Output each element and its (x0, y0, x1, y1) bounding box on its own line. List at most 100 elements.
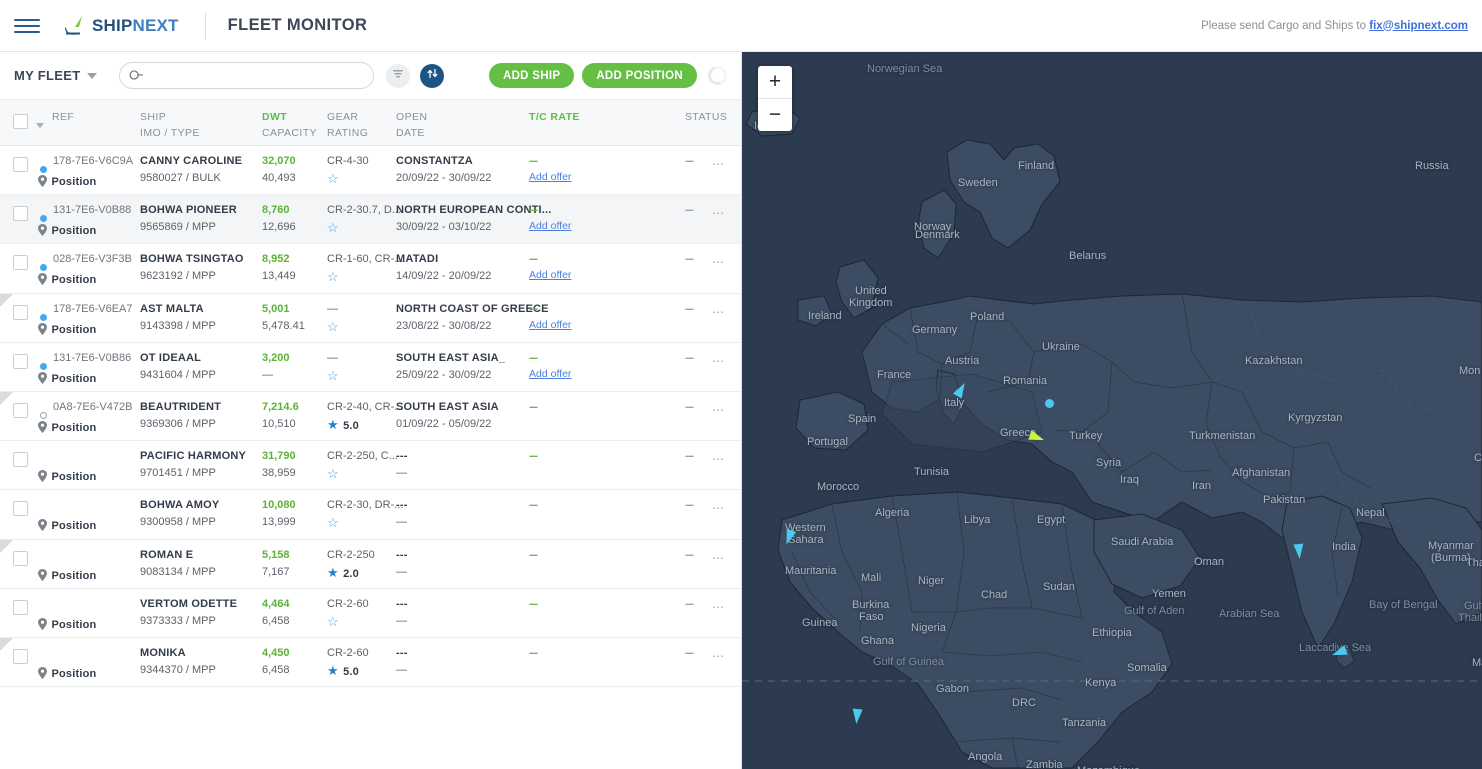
row-ref[interactable]: 178-7E6-V6EA7 (53, 303, 133, 315)
star-filled-icon[interactable]: ★ (327, 663, 339, 678)
row-position[interactable]: Position (38, 172, 96, 190)
row-position[interactable]: Position (38, 566, 96, 584)
map-canvas[interactable]: .land { fill:#3c4d63; stroke:#1d2735; st… (742, 52, 1482, 769)
row-rating[interactable]: ☆ (327, 613, 339, 631)
row-add-offer-link[interactable]: Add offer (529, 269, 571, 281)
search-box[interactable] (119, 62, 375, 89)
table-row[interactable]: 178-7E6-V6C9A Position CANNY CAROLINE 9580… (0, 146, 741, 196)
table-row[interactable]: Position BOHWA AMOY 9300958 / MPP 10,080 13,… (0, 490, 741, 540)
star-outline-icon[interactable]: ☆ (327, 515, 339, 530)
star-outline-icon[interactable]: ☆ (327, 319, 339, 334)
star-outline-icon[interactable]: ☆ (327, 171, 339, 186)
star-filled-icon[interactable]: ★ (327, 417, 339, 432)
row-ship-name[interactable]: BOHWA TSINGTAO (140, 253, 244, 265)
row-checkbox[interactable] (13, 304, 28, 325)
row-ref[interactable]: 131-7E6-V0B86 (53, 352, 131, 364)
map-pane[interactable]: .land { fill:#3c4d63; stroke:#1d2735; st… (742, 52, 1482, 769)
row-checkbox[interactable] (13, 402, 28, 423)
row-rating[interactable]: ☆ (327, 318, 339, 336)
star-outline-icon[interactable]: ☆ (327, 614, 339, 629)
row-checkbox[interactable] (13, 206, 28, 226)
row-position[interactable]: Position (38, 221, 96, 239)
column-header-tc-rate[interactable]: T/C RATE (529, 111, 580, 123)
table-row[interactable]: Position PACIFIC HARMONY 9701451 / MPP 31,7… (0, 441, 741, 491)
row-position[interactable]: Position (38, 369, 96, 387)
row-actions-menu-icon[interactable]: ⋯ (712, 354, 725, 368)
row-ship-name[interactable]: BOHWA PIONEER (140, 204, 237, 216)
map-ship-marker[interactable] (1028, 430, 1046, 445)
table-row[interactable]: 028-7E6-V3F3B Position BOHWA TSINGTAO 9623… (0, 244, 741, 294)
map-ship-marker[interactable] (1330, 645, 1348, 660)
support-email-link[interactable]: fix@shipnext.com (1369, 20, 1468, 32)
search-input[interactable] (149, 67, 364, 84)
row-rating[interactable]: ☆ (327, 219, 339, 237)
star-outline-icon[interactable]: ☆ (327, 220, 339, 235)
row-position[interactable]: Position (38, 664, 96, 682)
row-checkbox[interactable] (13, 353, 28, 374)
map-zoom-controls[interactable]: + − (758, 66, 792, 131)
row-checkbox[interactable] (13, 157, 28, 177)
column-header-gear[interactable]: GEAR (327, 111, 358, 123)
row-position[interactable]: Position (38, 516, 96, 534)
row-ref[interactable]: 131-7E6-V0B88 (53, 204, 131, 216)
header-sort-caret-icon[interactable] (36, 119, 44, 131)
row-ship-name[interactable]: CANNY CAROLINE (140, 155, 242, 167)
table-row[interactable]: Position MONIKA 9344370 / MPP 4,450 6,458 CR-… (0, 637, 741, 688)
row-checkbox[interactable] (13, 550, 28, 571)
row-rating[interactable]: ★ 5.0 (327, 662, 359, 680)
row-actions-menu-icon[interactable]: ⋯ (712, 206, 725, 220)
add-position-button[interactable]: ADD POSITION (582, 63, 697, 88)
column-header-dwt[interactable]: DWT (262, 111, 287, 123)
row-checkbox[interactable] (13, 599, 28, 620)
row-rating[interactable]: ☆ (327, 367, 339, 385)
row-add-offer-link[interactable]: Add offer (529, 171, 571, 183)
map-ship-marker[interactable] (1293, 543, 1305, 560)
star-outline-icon[interactable]: ☆ (327, 466, 339, 481)
column-header-date[interactable]: DATE (396, 127, 425, 139)
row-position[interactable]: Position (38, 615, 96, 633)
row-position[interactable]: Position (38, 270, 96, 288)
row-actions-menu-icon[interactable]: ⋯ (712, 600, 725, 614)
row-actions-menu-icon[interactable]: ⋯ (712, 305, 725, 319)
row-ship-name[interactable]: MONIKA (140, 647, 186, 659)
fleet-selector-dropdown[interactable]: MY FLEET (14, 68, 98, 83)
row-ref[interactable]: 0A8-7E6-V472B (53, 401, 133, 413)
star-outline-icon[interactable]: ☆ (327, 368, 339, 383)
row-rating[interactable]: ★ 2.0 (327, 564, 359, 582)
filter-button[interactable] (386, 63, 411, 88)
row-rating[interactable]: ★ 5.0 (327, 416, 359, 434)
zoom-in-button[interactable]: + (758, 66, 792, 98)
map-position-dot-marker[interactable] (1045, 399, 1054, 408)
row-add-offer-link[interactable]: Add offer (529, 368, 571, 380)
row-checkbox[interactable] (13, 648, 28, 669)
map-ship-marker[interactable] (851, 708, 863, 725)
star-filled-icon[interactable]: ★ (327, 565, 339, 580)
zoom-out-button[interactable]: − (758, 99, 792, 131)
row-ship-name[interactable]: VERTOM ODETTE (140, 598, 237, 610)
row-rating[interactable]: ☆ (327, 170, 339, 188)
row-ref[interactable]: 178-7E6-V6C9A (53, 155, 133, 167)
table-row[interactable]: 131-7E6-V0B88 Position BOHWA PIONEER 95658… (0, 195, 741, 245)
row-ship-name[interactable]: OT IDEAAL (140, 352, 201, 364)
row-checkbox[interactable] (13, 501, 28, 521)
row-actions-menu-icon[interactable]: ⋯ (712, 452, 725, 466)
table-row[interactable]: Position VERTOM ODETTE 9373333 / MPP 4,464 6… (0, 588, 741, 638)
table-row[interactable]: Position ROMAN E 9083134 / MPP 5,158 7,167 CR… (0, 539, 741, 589)
hamburger-menu-icon[interactable] (14, 16, 40, 36)
sort-button[interactable] (420, 63, 445, 88)
row-position[interactable]: Position (38, 320, 96, 338)
row-position[interactable]: Position (38, 467, 96, 485)
row-actions-menu-icon[interactable]: ⋯ (712, 403, 725, 417)
row-add-offer-link[interactable]: Add offer (529, 220, 571, 232)
add-ship-button[interactable]: ADD SHIP (488, 63, 575, 88)
map-ship-marker[interactable] (781, 528, 797, 547)
table-row[interactable]: 131-7E6-V0B86 Position OT IDEAAL 9431604 /… (0, 342, 741, 392)
column-header-capacity[interactable]: CAPACITY (262, 127, 317, 139)
row-rating[interactable]: ☆ (327, 514, 339, 532)
row-ref[interactable]: 028-7E6-V3F3B (53, 253, 132, 265)
row-ship-name[interactable]: BOHWA AMOY (140, 499, 219, 511)
row-rating[interactable]: ☆ (327, 268, 339, 286)
column-header-status[interactable]: STATUS (685, 111, 727, 123)
column-header-ship[interactable]: SHIP (140, 111, 166, 123)
row-rating[interactable]: ☆ (327, 465, 339, 483)
